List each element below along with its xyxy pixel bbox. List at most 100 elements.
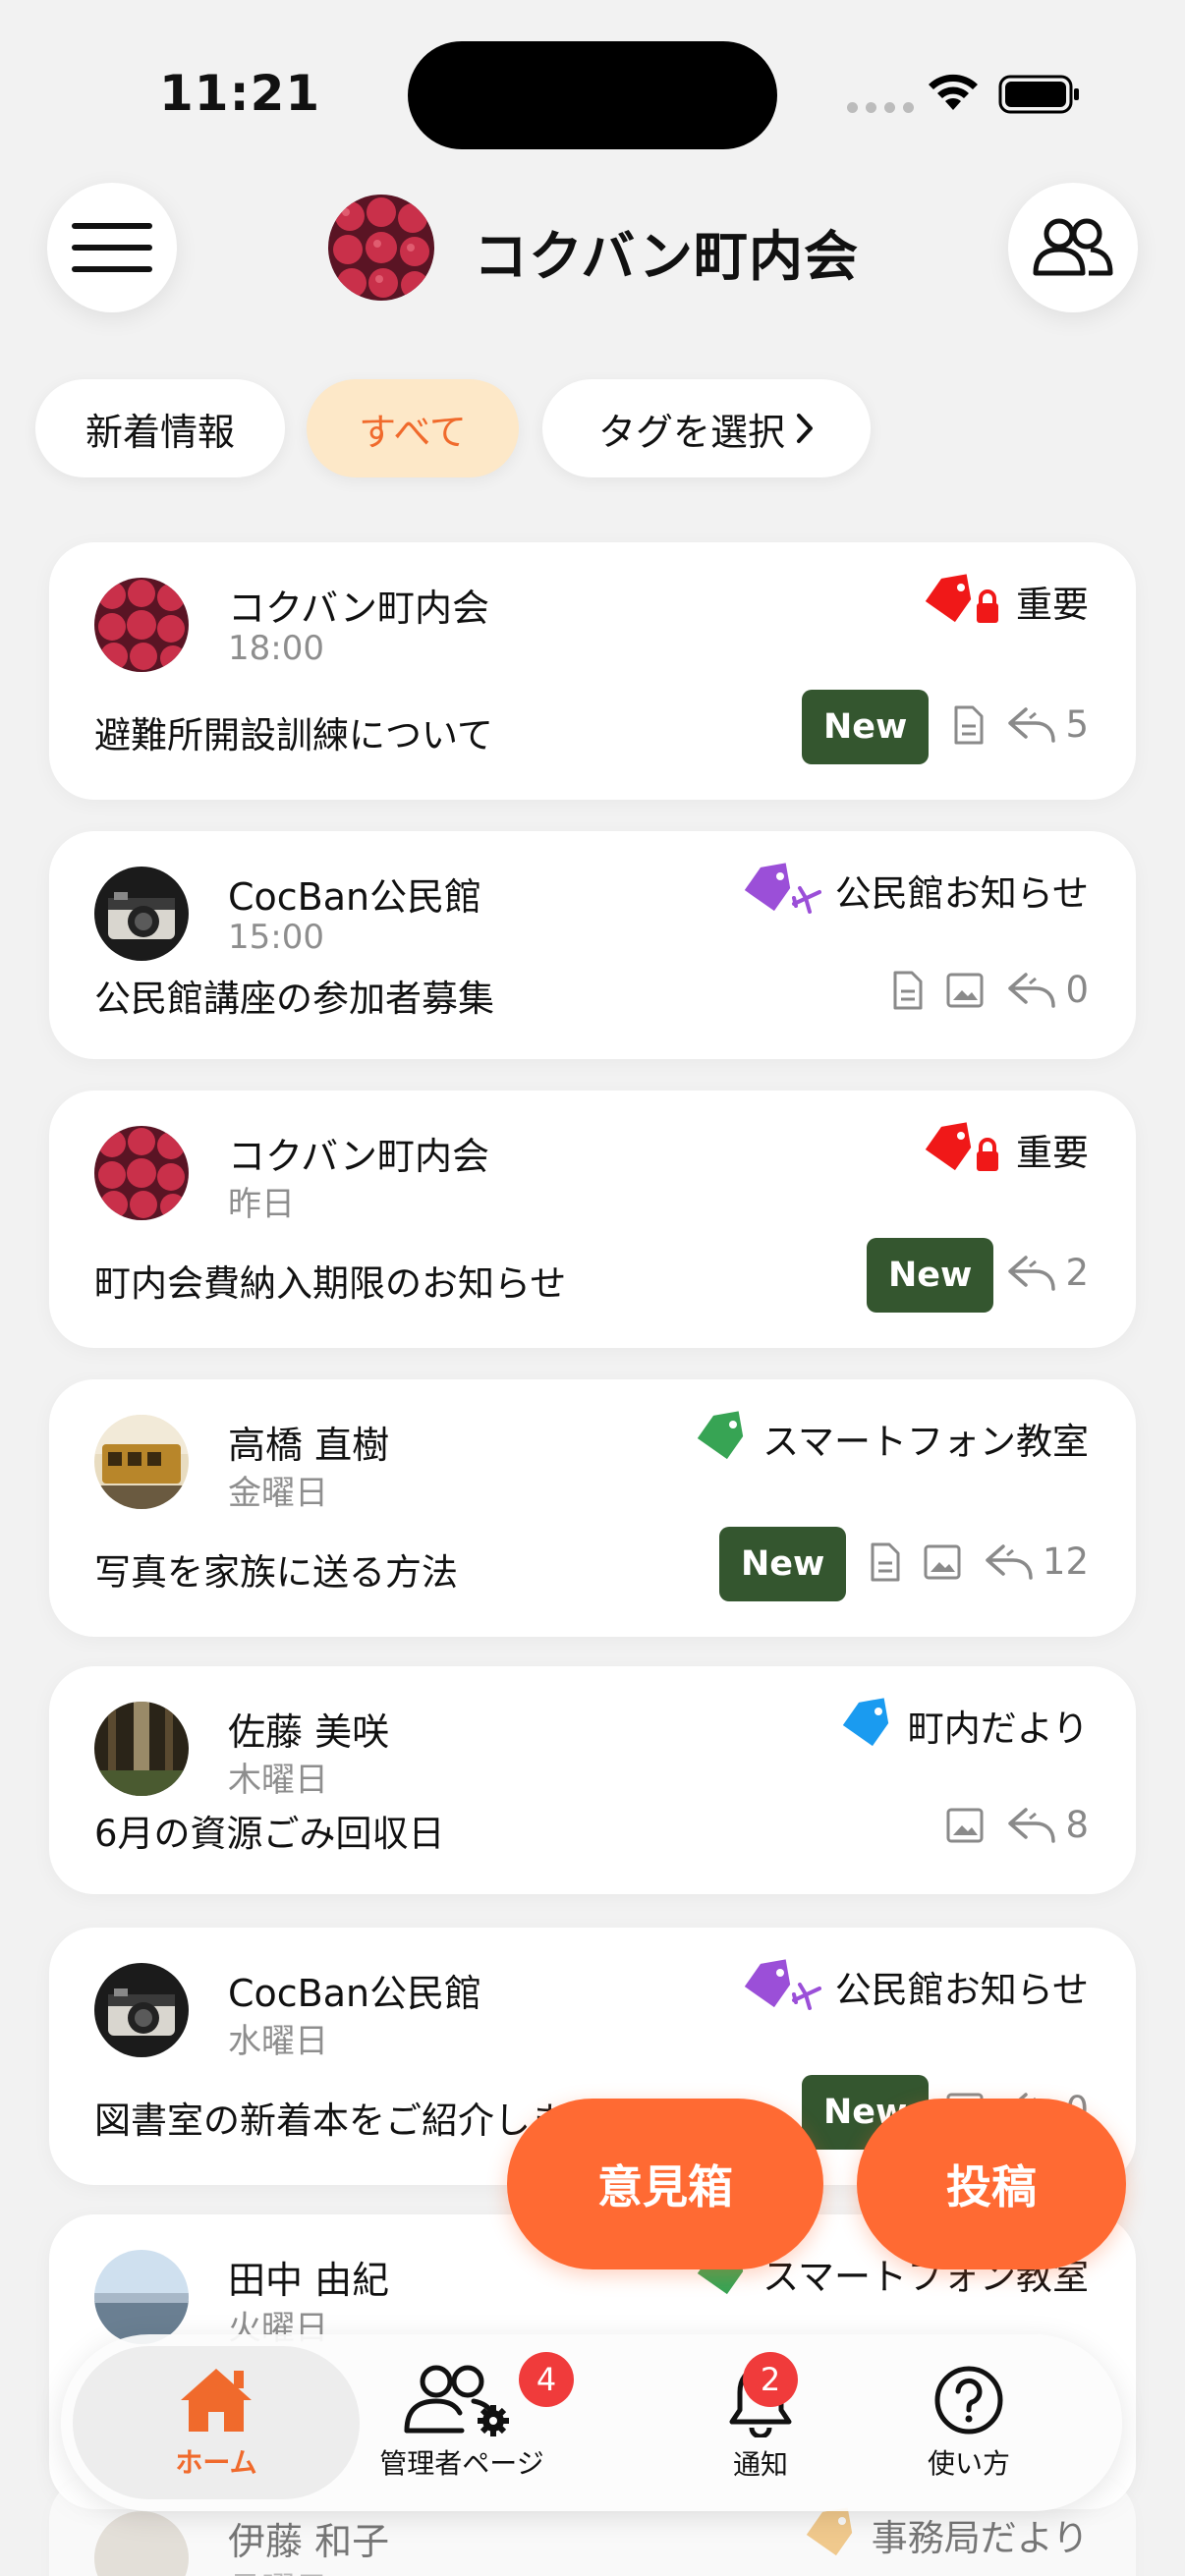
post-tag[interactable]: 町内だより xyxy=(839,1698,1089,1753)
post-time: 水曜日 xyxy=(228,2022,328,2061)
help-icon xyxy=(934,2366,1003,2435)
reply-icon xyxy=(1008,1255,1056,1291)
author-avatar xyxy=(94,1126,189,1220)
new-badge: New xyxy=(719,1527,847,1601)
nav-notifications-label: 通知 xyxy=(732,2448,788,2481)
bottom-nav: ホーム 管理者ページ 4 通知 2 使い方 xyxy=(61,2334,1122,2511)
battery-icon xyxy=(998,75,1079,114)
post-tag-label: 公民館お知らせ xyxy=(834,1969,1089,2011)
image-icon xyxy=(924,1544,961,1579)
author-avatar xyxy=(94,2511,189,2576)
red-lock-tag-icon xyxy=(925,1122,998,1171)
image-icon xyxy=(946,1808,984,1842)
author-avatar xyxy=(94,578,189,672)
post-tag[interactable]: 重要 xyxy=(922,574,1089,629)
members-button[interactable] xyxy=(1008,183,1138,312)
post-button[interactable]: 投稿 xyxy=(857,2099,1126,2269)
post-author: 佐藤 美咲 xyxy=(228,1710,390,1754)
filter-latest-chip[interactable]: 新着情報 xyxy=(35,379,285,477)
reply-icon xyxy=(1008,1807,1056,1843)
new-badge: New xyxy=(802,690,930,764)
post-author: 高橋 直樹 xyxy=(228,1424,390,1467)
post-time: 18:00 xyxy=(228,629,324,668)
document-icon xyxy=(871,1542,900,1581)
post-card[interactable]: コクバン町内会 18:00 重要 避難所開設訓練について New 5 xyxy=(49,542,1136,800)
post-author: コクバン町内会 xyxy=(228,587,490,630)
post-tag-label: 重要 xyxy=(1016,584,1089,626)
post-time: 木曜日 xyxy=(228,1761,328,1800)
author-avatar xyxy=(94,867,189,961)
post-title: 公民館講座の参加者募集 xyxy=(94,978,494,1020)
post-meta: 0 xyxy=(892,969,1089,1011)
wifi-icon xyxy=(929,74,978,110)
community-title: コクバン町内会 xyxy=(474,225,860,288)
post-tag-label: 事務局だより xyxy=(871,2517,1089,2559)
post-card[interactable]: コクバン町内会 昨日 重要 町内会費納入期限のお知らせ New 2 xyxy=(49,1091,1136,1348)
author-avatar xyxy=(94,1963,189,2057)
post-meta: 12 xyxy=(870,1540,1089,1583)
menu-button[interactable] xyxy=(47,183,177,312)
post-tag-label: 公民館お知らせ xyxy=(834,872,1089,915)
admin-badge: 4 xyxy=(519,2352,574,2407)
post-author: 田中 由紀 xyxy=(228,2259,390,2302)
post-time: 15:00 xyxy=(228,918,324,957)
chevron-right-icon xyxy=(797,414,813,443)
status-time: 11:21 xyxy=(159,65,321,122)
post-title: 6月の資源ごみ回収日 xyxy=(94,1813,445,1855)
post-author: 伊藤 和子 xyxy=(228,2520,390,2563)
reply-icon xyxy=(986,1543,1033,1580)
filter-latest-label: 新着情報 xyxy=(85,410,235,454)
tag-select-chip[interactable]: タグを選択 xyxy=(542,379,871,477)
reply-icon xyxy=(1008,706,1056,743)
nav-admin-label: 管理者ページ xyxy=(379,2447,544,2480)
filter-all-chip[interactable]: すべて xyxy=(307,379,519,477)
post-meta: 8 xyxy=(945,1804,1089,1846)
post-author: CocBan公民館 xyxy=(228,1972,482,2015)
reply-count: 8 xyxy=(1065,1804,1089,1846)
post-time: 昨日 xyxy=(228,1185,295,1224)
cellular-signal-icon xyxy=(847,102,914,113)
filter-all-label: すべて xyxy=(359,410,467,454)
purple-plane-tag-icon xyxy=(744,1959,821,2010)
nav-help-label: 使い方 xyxy=(927,2447,1010,2480)
nav-help[interactable]: 使い方 xyxy=(871,2334,1067,2511)
post-tag[interactable]: 公民館お知らせ xyxy=(741,863,1089,918)
green-tag-icon xyxy=(697,1411,744,1460)
author-avatar xyxy=(94,1415,189,1509)
author-avatar xyxy=(94,2250,189,2344)
document-icon xyxy=(954,705,984,744)
tag-select-label: タグを選択 xyxy=(597,410,785,454)
orange-tag-icon xyxy=(806,2507,852,2556)
post-tag[interactable]: 事務局だより xyxy=(803,2507,1089,2562)
reply-count: 2 xyxy=(1065,1252,1089,1294)
image-icon xyxy=(946,973,984,1007)
opinion-box-button[interactable]: 意見箱 xyxy=(507,2099,823,2269)
post-card[interactable]: 佐藤 美咲 木曜日 町内だより 6月の資源ごみ回収日 8 xyxy=(49,1666,1136,1894)
post-tag-label: 町内だより xyxy=(907,1708,1089,1750)
status-bar: 11:21 xyxy=(0,0,1185,187)
post-title: 写真を家族に送る方法 xyxy=(94,1551,458,1594)
post-meta: 5 xyxy=(953,703,1089,746)
reply-icon xyxy=(1008,972,1056,1008)
post-author: コクバン町内会 xyxy=(228,1135,490,1178)
post-time: 月曜日 xyxy=(228,2562,328,2576)
notifications-badge: 2 xyxy=(743,2352,798,2407)
purple-plane-tag-icon xyxy=(744,863,821,914)
post-tag[interactable]: 公民館お知らせ xyxy=(741,1959,1089,2014)
post-tag[interactable]: スマートフォン教室 xyxy=(694,1411,1089,1466)
post-tag[interactable]: 重要 xyxy=(922,1122,1089,1177)
post-card[interactable]: CocBan公民館 15:00 公民館お知らせ 公民館講座の参加者募集 0 xyxy=(49,831,1136,1059)
blue-tag-icon xyxy=(842,1698,888,1747)
post-title: 避難所開設訓練について xyxy=(94,714,493,756)
hamburger-icon xyxy=(72,223,152,272)
community-avatar xyxy=(328,195,434,301)
nav-home[interactable]: ホーム xyxy=(73,2346,360,2499)
admin-settings-icon xyxy=(404,2365,509,2436)
post-meta: 2 xyxy=(1006,1252,1089,1294)
post-time: 金曜日 xyxy=(228,1474,328,1513)
red-lock-tag-icon xyxy=(925,574,998,623)
post-card[interactable]: 高橋 直樹 金曜日 スマートフォン教室 写真を家族に送る方法 New 12 xyxy=(49,1379,1136,1637)
reply-count: 12 xyxy=(1042,1540,1089,1583)
members-icon xyxy=(1033,218,1113,276)
post-tag-label: スマートフォン教室 xyxy=(762,1421,1089,1463)
